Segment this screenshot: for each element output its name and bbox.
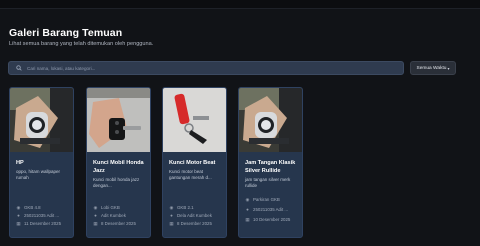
item-description: Kunci motor beat gantungan merah d... [169,169,212,181]
item-reporter: ● 250211035 Adit ... [246,207,289,212]
top-navbar [0,0,480,9]
item-date: ▦ 8 Desember 2025 [93,221,136,226]
item-location: ◉ GKB 4.8 [16,205,41,210]
item-card[interactable]: Kunci Mobil Honda Jazz Kunci mobil honda… [86,87,151,238]
chevron-down-icon: ▾ [447,65,450,71]
page-title: Galeri Barang Temuan [9,27,123,39]
item-title: Kunci Mobil Honda Jazz [93,160,144,174]
item-location: ◉ GKB 2.1 [169,205,194,210]
item-description: jam tangan silver merk rullide [245,177,291,189]
page-subtitle: Lihat semua barang yang telah ditemukan … [9,41,154,47]
item-date: ▦ 8 Desember 2025 [169,221,212,226]
item-title: HP [16,160,24,166]
item-card[interactable]: Kunci Motor Beat Kunci motor beat gantun… [162,87,227,238]
item-reporter: ● Dela Adit Kumbek [170,213,212,218]
item-description: Kunci mobil honda jazz dengan... [93,177,140,189]
item-photo [87,88,150,152]
calendar-icon: ▦ [16,221,21,226]
map-pin-icon: ◉ [93,205,98,210]
item-location: ◉ Parkiran GKB [245,197,280,202]
map-pin-icon: ◉ [245,197,250,202]
item-card[interactable]: HP oppo, hitam wallpaper rumah ◉ GKB 4.8 … [9,87,74,238]
item-photo [239,88,302,152]
search-icon [13,62,25,74]
user-icon: ● [17,213,20,218]
search-bar[interactable] [8,61,404,75]
calendar-icon: ▦ [93,221,98,226]
map-pin-icon: ◉ [16,205,21,210]
item-title: Jam Tangan Klasik Silver Rullide [245,160,296,174]
item-reporter: ● Adit Kumbek [94,213,126,218]
user-icon: ● [94,213,97,218]
user-icon: ● [246,207,249,212]
time-filter-select[interactable]: Semua Waktu ▾ [410,61,456,75]
item-title: Kunci Motor Beat [169,160,216,166]
item-description: oppo, hitam wallpaper rumah [16,169,61,181]
item-photo [163,88,226,152]
map-pin-icon: ◉ [169,205,174,210]
item-date: ▦ 11 Desember 2025 [16,221,62,226]
item-date: ▦ 10 Desember 2025 [245,217,291,222]
item-reporter: ● 250211035 Adit ... [17,213,60,218]
item-photo [10,88,73,152]
calendar-icon: ▦ [245,217,250,222]
user-icon: ● [170,213,173,218]
time-filter-value: Semua Waktu [416,65,447,71]
search-input[interactable] [25,62,403,74]
item-location: ◉ Lobi GKB [93,205,120,210]
item-card[interactable]: Jam Tangan Klasik Silver Rullide jam tan… [238,87,303,238]
calendar-icon: ▦ [169,221,174,226]
